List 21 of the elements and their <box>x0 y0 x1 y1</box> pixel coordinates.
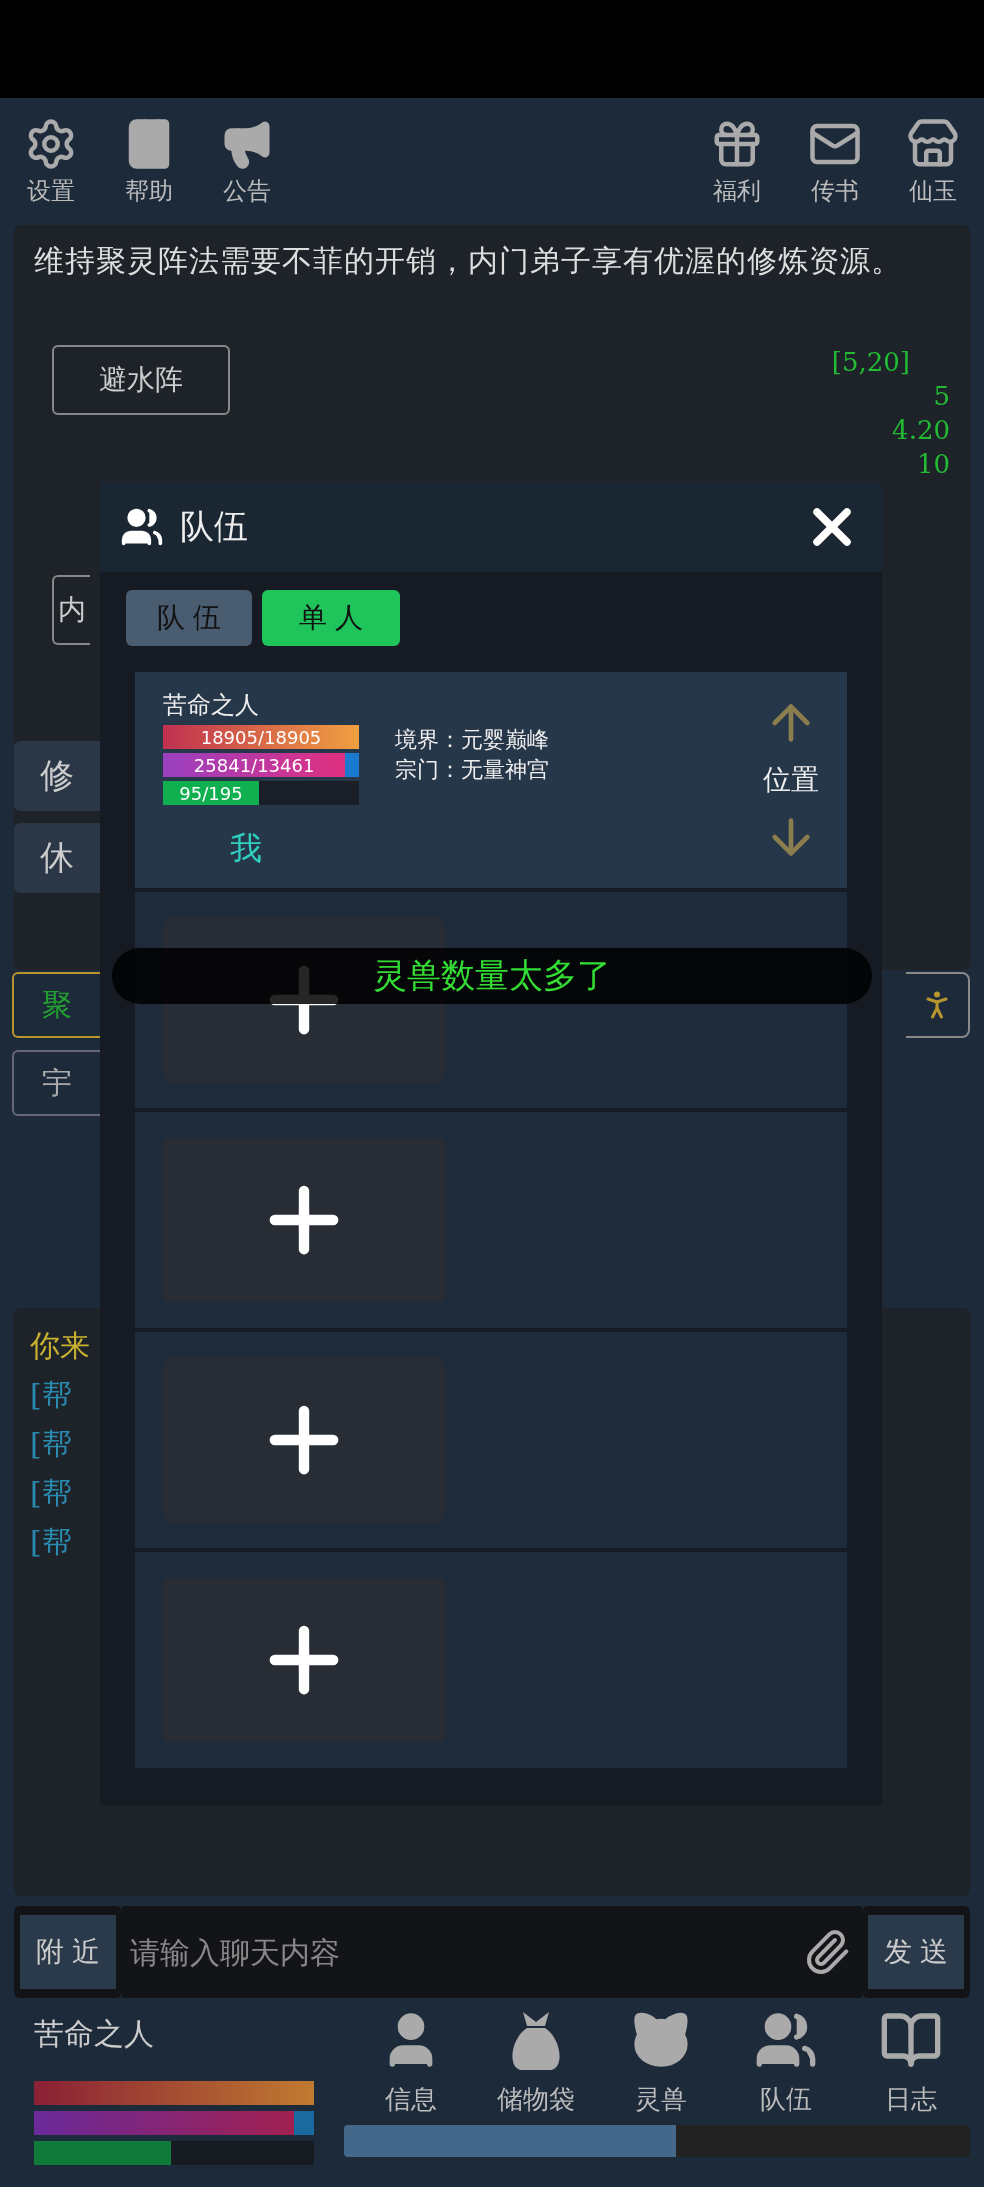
self-tag: 我 <box>230 827 262 871</box>
realm-text: 境界：元婴巅峰 <box>395 726 550 754</box>
member-bar: 18905/18905 <box>163 725 359 749</box>
member-bar: 95/195 <box>163 781 359 805</box>
chat-message: [帮 <box>30 1474 73 1512</box>
member-bar: 25841/13461 <box>163 753 359 777</box>
dialog-title: 队伍 <box>180 505 249 548</box>
message-toast: 灵兽数量太多了 <box>112 948 872 1004</box>
stat-value: [5,20] <box>831 346 910 379</box>
chat-message: [帮 <box>30 1376 73 1414</box>
stat-value: 5 <box>933 380 950 413</box>
notice-text: 维持聚灵阵法需要不菲的开销，内门弟子享有优渥的修炼资源。 <box>34 242 903 280</box>
chat-message: [帮 <box>30 1523 73 1561</box>
stat-value: 10 <box>916 448 950 481</box>
position-label: 位置 <box>763 762 819 798</box>
sect-text: 宗门：无量神宫 <box>395 756 550 784</box>
player-name: 苦命之人 <box>34 2015 155 2053</box>
chat-message: 你来 <box>30 1327 91 1365</box>
stat-value: 4.20 <box>892 414 950 447</box>
member-name: 苦命之人 <box>163 690 260 721</box>
chat-message: [帮 <box>30 1425 73 1463</box>
